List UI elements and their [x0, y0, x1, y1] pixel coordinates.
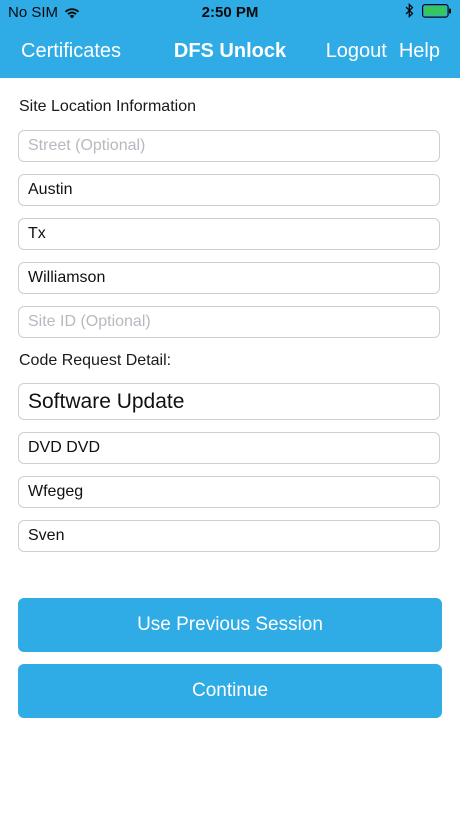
request-field-2-input[interactable]: DVD DVD [18, 432, 440, 464]
county-input[interactable]: Williamson [18, 262, 440, 294]
status-right [405, 3, 452, 18]
nav-right-group: Logout Help [326, 40, 440, 63]
nav-bar: Certificates DFS Unlock Logout Help [0, 26, 460, 78]
bluetooth-icon [405, 3, 414, 18]
site-location-heading: Site Location Information [19, 98, 196, 115]
status-time: 2:50 PM [201, 4, 259, 21]
logout-button[interactable]: Logout [326, 40, 387, 63]
city-input[interactable]: Austin [18, 174, 440, 206]
continue-button[interactable]: Continue [18, 664, 442, 718]
request-reason-input[interactable]: Software Update [18, 383, 440, 420]
street-input[interactable]: Street (Optional) [18, 130, 440, 162]
request-field-4-input[interactable]: Sven [18, 520, 440, 552]
screen: No SIM 2:50 PM Certificates DFS Unlock L… [0, 0, 460, 818]
status-bar: No SIM 2:50 PM [0, 0, 460, 26]
request-field-3-input[interactable]: Wfegeg [18, 476, 440, 508]
use-previous-session-button[interactable]: Use Previous Session [18, 598, 442, 652]
code-request-heading: Code Request Detail: [19, 352, 172, 369]
help-button[interactable]: Help [399, 40, 440, 63]
battery-icon [422, 3, 452, 18]
state-input[interactable]: Tx [18, 218, 440, 250]
certificates-button[interactable]: Certificates [21, 40, 121, 63]
site-id-input[interactable]: Site ID (Optional) [18, 306, 440, 338]
